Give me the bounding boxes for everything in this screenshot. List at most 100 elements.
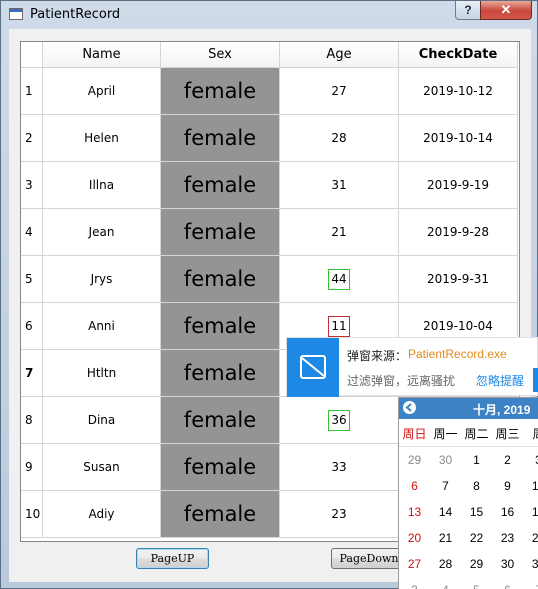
calendar-day[interactable]: 13 (399, 505, 430, 519)
close-button[interactable]: ✕ (480, 1, 532, 20)
header-name[interactable]: Name (43, 42, 161, 68)
page-down-button[interactable]: PageDown (331, 548, 407, 569)
cell-sex[interactable]: female (161, 115, 280, 162)
cell-age[interactable]: 33 (280, 444, 399, 491)
row-number[interactable]: 1 (21, 68, 43, 115)
cell-checkdate[interactable]: 2019-10-14 (399, 115, 518, 162)
calendar-week-row: 2930123 (399, 447, 538, 473)
title-bar[interactable]: PatientRecord ? ✕ (1, 1, 537, 29)
calendar-weekday: 周一 (433, 426, 458, 441)
row-number[interactable]: 3 (21, 162, 43, 209)
calendar-day[interactable]: 7 (523, 583, 538, 589)
header-age[interactable]: Age (280, 42, 399, 68)
row-number[interactable]: 8 (21, 397, 43, 444)
calendar-day[interactable]: 22 (461, 531, 492, 545)
cell-age[interactable]: 27 (280, 68, 399, 115)
cell-age[interactable]: 36 (280, 397, 399, 444)
ignore-reminder-link[interactable]: 忽略提醒 (476, 372, 524, 389)
cell-name[interactable]: Dina (43, 397, 161, 444)
page-up-button[interactable]: PageUP (136, 548, 209, 569)
prev-month-icon[interactable] (403, 401, 416, 414)
calendar-month-label[interactable]: 十月, 2019 (473, 401, 530, 418)
cell-sex[interactable]: female (161, 397, 280, 444)
row-number[interactable]: 7 (21, 350, 43, 397)
cell-sex[interactable]: female (161, 491, 280, 538)
calendar-day[interactable]: 2 (492, 453, 523, 467)
calendar-day[interactable]: 28 (430, 557, 461, 571)
calendar-day[interactable]: 15 (461, 505, 492, 519)
cell-age[interactable]: 31 (280, 162, 399, 209)
calendar-day[interactable]: 30 (430, 453, 461, 467)
popup-description: 过滤弹窗，远离骚扰 (347, 374, 456, 388)
cell-checkdate[interactable]: 2019-9-31 (399, 256, 518, 303)
cell-name[interactable]: Jean (43, 209, 161, 256)
calendar-day[interactable]: 21 (430, 531, 461, 545)
calendar-day[interactable]: 24 (523, 531, 538, 545)
table-row[interactable]: 4 Jean female 21 2019-9-28 (21, 209, 518, 256)
cell-name[interactable]: Jrys (43, 256, 161, 303)
popup-notification[interactable]: 弹窗来源： PatientRecord.exe 过滤弹窗，远离骚扰 忽略提醒 (286, 337, 538, 397)
help-button[interactable]: ? (455, 1, 481, 20)
table-header: Name Sex Age CheckDate (21, 42, 518, 68)
calendar-day[interactable]: 3 (399, 583, 430, 589)
cell-sex[interactable]: female (161, 209, 280, 256)
table-row[interactable]: 1 April female 27 2019-10-12 (21, 68, 518, 115)
calendar-day[interactable]: 3 (523, 453, 538, 467)
popup-action-button[interactable] (533, 368, 538, 392)
popup-source-label: 弹窗来源： (347, 349, 408, 363)
row-number[interactable]: 10 (21, 491, 43, 538)
cell-age[interactable]: 28 (280, 115, 399, 162)
calendar-day[interactable]: 6 (492, 583, 523, 589)
row-number[interactable]: 6 (21, 303, 43, 350)
cell-checkdate[interactable]: 2019-10-12 (399, 68, 518, 115)
cell-sex[interactable]: female (161, 162, 280, 209)
table-row[interactable]: 5 Jrys female 44 2019-9-31 (21, 256, 518, 303)
cell-age[interactable]: 44 (280, 256, 399, 303)
table-row[interactable]: 2 Helen female 28 2019-10-14 (21, 115, 518, 162)
table-corner[interactable] (21, 42, 43, 68)
calendar-day[interactable]: 9 (492, 479, 523, 493)
calendar-day[interactable]: 6 (399, 479, 430, 493)
calendar-day[interactable]: 10 (523, 479, 538, 493)
cell-sex[interactable]: female (161, 256, 280, 303)
cell-sex[interactable]: female (161, 303, 280, 350)
calendar-day[interactable]: 16 (492, 505, 523, 519)
cell-sex[interactable]: female (161, 444, 280, 491)
cell-checkdate[interactable]: 2019-9-28 (399, 209, 518, 256)
calendar-day[interactable]: 29 (461, 557, 492, 571)
row-number[interactable]: 5 (21, 256, 43, 303)
row-number[interactable]: 2 (21, 115, 43, 162)
calendar-day[interactable]: 14 (430, 505, 461, 519)
header-sex[interactable]: Sex (161, 42, 280, 68)
calendar-day[interactable]: 5 (461, 583, 492, 589)
row-number[interactable]: 9 (21, 444, 43, 491)
calendar-day[interactable]: 20 (399, 531, 430, 545)
blocked-popup-icon (300, 355, 326, 379)
cell-checkdate[interactable]: 2019-9-19 (399, 162, 518, 209)
calendar-day[interactable]: 1 (461, 453, 492, 467)
cell-name[interactable]: Helen (43, 115, 161, 162)
cell-name[interactable]: Anni (43, 303, 161, 350)
cell-name[interactable]: April (43, 68, 161, 115)
cell-name[interactable]: Illna (43, 162, 161, 209)
cell-sex[interactable]: female (161, 350, 280, 397)
calendar-day[interactable]: 30 (492, 557, 523, 571)
cell-name[interactable]: Susan (43, 444, 161, 491)
calendar-day[interactable]: 7 (430, 479, 461, 493)
table-row[interactable]: 3 Illna female 31 2019-9-19 (21, 162, 518, 209)
calendar-day[interactable]: 29 (399, 453, 430, 467)
cell-age[interactable]: 23 (280, 491, 399, 538)
calendar-day[interactable]: 31 (523, 557, 538, 571)
calendar-day[interactable]: 27 (399, 557, 430, 571)
calendar-day[interactable]: 17 (523, 505, 538, 519)
calendar-popup[interactable]: 十月, 2019 周日周一周二周三周2930123678910131415161… (398, 397, 538, 589)
cell-name[interactable]: Htltn (43, 350, 161, 397)
cell-name[interactable]: Adiy (43, 491, 161, 538)
header-checkdate[interactable]: CheckDate (399, 42, 518, 68)
cell-sex[interactable]: female (161, 68, 280, 115)
calendar-day[interactable]: 8 (461, 479, 492, 493)
calendar-day[interactable]: 4 (430, 583, 461, 589)
cell-age[interactable]: 21 (280, 209, 399, 256)
calendar-day[interactable]: 23 (492, 531, 523, 545)
row-number[interactable]: 4 (21, 209, 43, 256)
